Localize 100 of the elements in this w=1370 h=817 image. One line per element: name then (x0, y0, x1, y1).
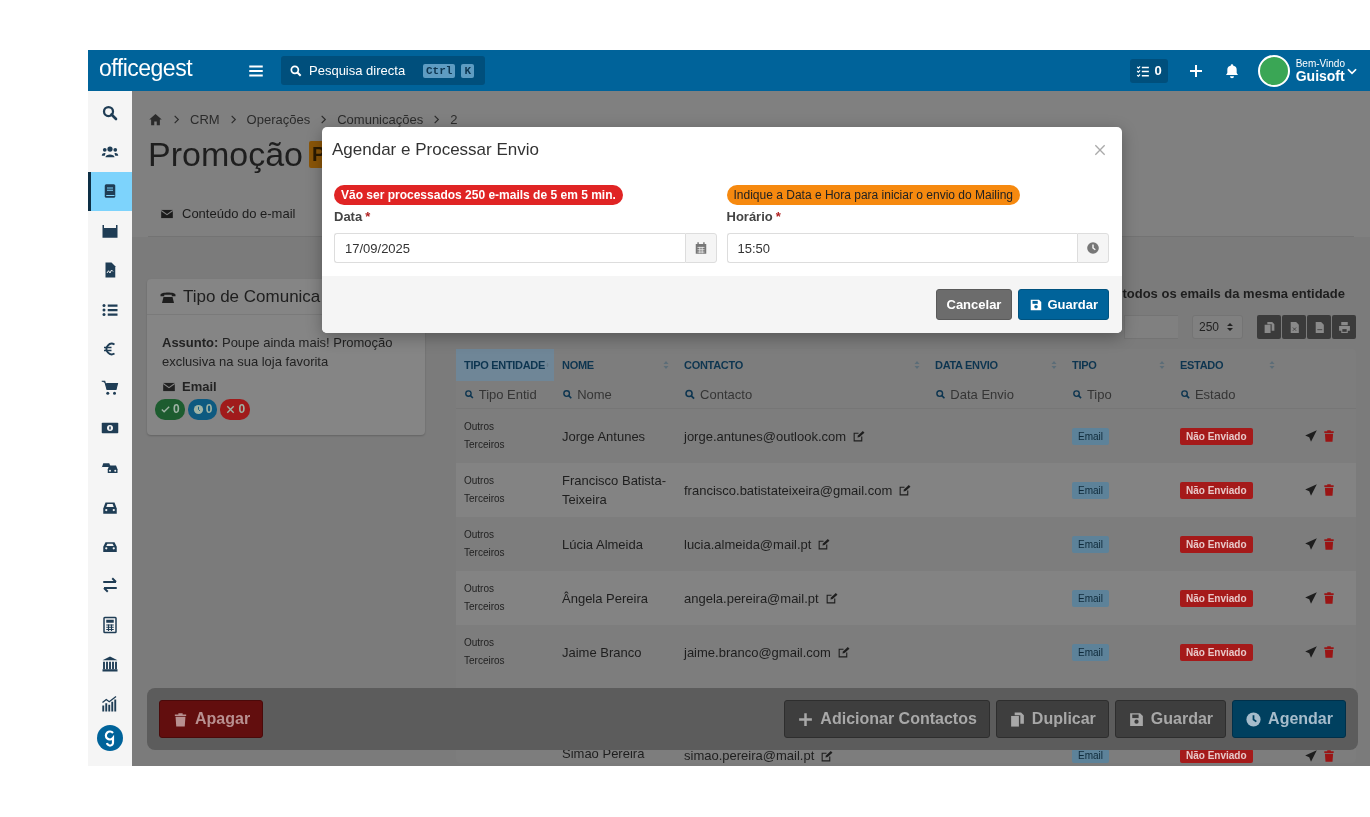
breadcrumb-link[interactable]: 2 (450, 111, 458, 127)
user-name: Guisoft (1295, 68, 1345, 83)
clock-icon (1086, 241, 1100, 255)
type-tag: Email (1072, 535, 1109, 553)
key-hint: K (461, 63, 474, 78)
arrows-icon (101, 576, 119, 595)
edit-icon (898, 483, 912, 497)
send-button[interactable] (1304, 749, 1318, 763)
card-title: Tipo de Comunica (183, 286, 321, 307)
search-icon (935, 388, 947, 401)
edit-icon (824, 591, 838, 605)
filter-field[interactable]: Tipo (1086, 387, 1164, 402)
type-tag: Email (1072, 427, 1109, 445)
paper-plane-icon (1304, 645, 1318, 659)
search-field[interactable] (1124, 315, 1178, 339)
chart-icon (101, 694, 119, 713)
add-button[interactable]: Adicionar Contactos (784, 700, 990, 738)
page-size-select[interactable]: 250 (1192, 315, 1243, 339)
table-cell: simao.pereira@mail.pt (684, 749, 815, 763)
notifications-button[interactable] (1223, 62, 1240, 79)
search-icon (684, 388, 697, 401)
type-tag: Email (1072, 481, 1109, 499)
search-bar[interactable]: Pesquisa directa Ctrl K (281, 56, 485, 85)
type-tag: Email (1072, 589, 1109, 607)
paper-plane-icon (1304, 483, 1318, 497)
trash-icon (1322, 429, 1336, 443)
filter-field[interactable]: Estado (1194, 387, 1274, 402)
table-cell: angela.pereira@mail.pt (684, 590, 819, 606)
send-button[interactable] (1304, 537, 1318, 551)
breadcrumb-link[interactable]: Comunicações (337, 111, 424, 127)
filter-field[interactable]: Contacto (700, 387, 919, 402)
alert-pill: Indique a Data e Hora para iniciar o envio do Mailing (726, 185, 1020, 205)
required-mark: * (775, 209, 781, 224)
save-button[interactable]: Guardar (1018, 289, 1109, 320)
field-label: Horário (726, 209, 773, 224)
bell-icon (1223, 62, 1240, 79)
breadcrumb-link[interactable]: Operações (246, 111, 311, 127)
checklist-icon (1136, 63, 1151, 78)
table-cell: francisco.batistateixeira@gmail.com (684, 482, 893, 498)
date-field[interactable]: 17/09/2025 (334, 233, 685, 263)
filter-field[interactable]: Nome (577, 387, 668, 402)
table-cell-text: Jorge Antunes (562, 427, 646, 446)
print-button[interactable] (1332, 315, 1356, 339)
column-header[interactable]: TIPO (1064, 349, 1172, 381)
table-cell-text: Outros Terceiros (464, 636, 505, 668)
tab[interactable]: Conteúdo do e-mail (148, 194, 308, 236)
csv-button[interactable] (1307, 315, 1331, 339)
column-header[interactable]: ESTADO (1172, 349, 1282, 381)
column-header[interactable]: CONTACTO (676, 349, 927, 381)
channel-label: Email (182, 378, 217, 396)
check-icon (160, 404, 171, 415)
send-button[interactable] (1304, 483, 1318, 497)
status-tag: Não Enviado (1180, 535, 1253, 553)
sidebar-item[interactable] (88, 171, 132, 212)
trash-icon (1322, 483, 1336, 497)
status-tag: Não Enviado (1180, 589, 1253, 607)
counter-pill: 0 (220, 399, 251, 420)
table-cell-text: Outros Terceiros (464, 420, 505, 452)
table-cell-text: Outros Terceiros (464, 474, 505, 506)
paper-plane-icon (1304, 537, 1318, 551)
schedule-button[interactable]: Agendar (1232, 700, 1346, 738)
date-picker-button[interactable] (684, 233, 717, 263)
cross-icon (225, 404, 237, 415)
status-tag: Não Enviado (1180, 427, 1253, 445)
send-button[interactable] (1304, 429, 1318, 443)
time-picker-button[interactable] (1077, 233, 1109, 263)
avatar[interactable] (1257, 54, 1290, 87)
chevron-right-icon (171, 113, 182, 125)
search-icon (1180, 388, 1191, 401)
column-header[interactable]: NOME (554, 349, 676, 381)
table-cell: lucia.almeida@mail.pt (684, 536, 812, 552)
send-button[interactable] (1304, 591, 1318, 605)
duplicate-button[interactable]: Duplicar (995, 700, 1109, 738)
filter-field[interactable]: Data Envio (950, 387, 1056, 402)
status-tag: Não Enviado (1180, 481, 1253, 499)
paper-plane-icon (1304, 429, 1318, 443)
send-button[interactable] (1304, 645, 1318, 659)
time-field[interactable]: 15:50 (726, 233, 1077, 263)
search-icon (562, 388, 574, 401)
page-title: Promoção (148, 134, 303, 174)
paper-plane-icon (1304, 591, 1318, 605)
clock-icon (1245, 710, 1263, 728)
type-tag: Email (1072, 643, 1109, 661)
delete-button[interactable]: Apagar (159, 700, 264, 738)
copy-button[interactable] (1257, 315, 1281, 339)
tasks-button[interactable]: 0 (1130, 58, 1168, 83)
save-button[interactable]: Guardar (1114, 700, 1227, 738)
counter-pill: 0 (187, 399, 218, 420)
floppy-icon (1127, 710, 1145, 728)
breadcrumb-link[interactable]: CRM (190, 111, 220, 127)
search-field[interactable]: Pesquisa directa (309, 63, 417, 78)
filter-field[interactable]: Tipo Entid (478, 387, 546, 402)
column-header[interactable]: TIPO ENTIDADE (456, 349, 554, 381)
excel-button[interactable] (1282, 315, 1306, 339)
table-cell-text: Outros Terceiros (464, 528, 505, 560)
close-icon (1092, 142, 1108, 158)
add-button[interactable] (1187, 62, 1204, 79)
calculator-icon (101, 615, 119, 634)
column-header[interactable]: DATA ENVIO (927, 349, 1064, 381)
cancel-button[interactable]: Cancelar (935, 289, 1013, 320)
